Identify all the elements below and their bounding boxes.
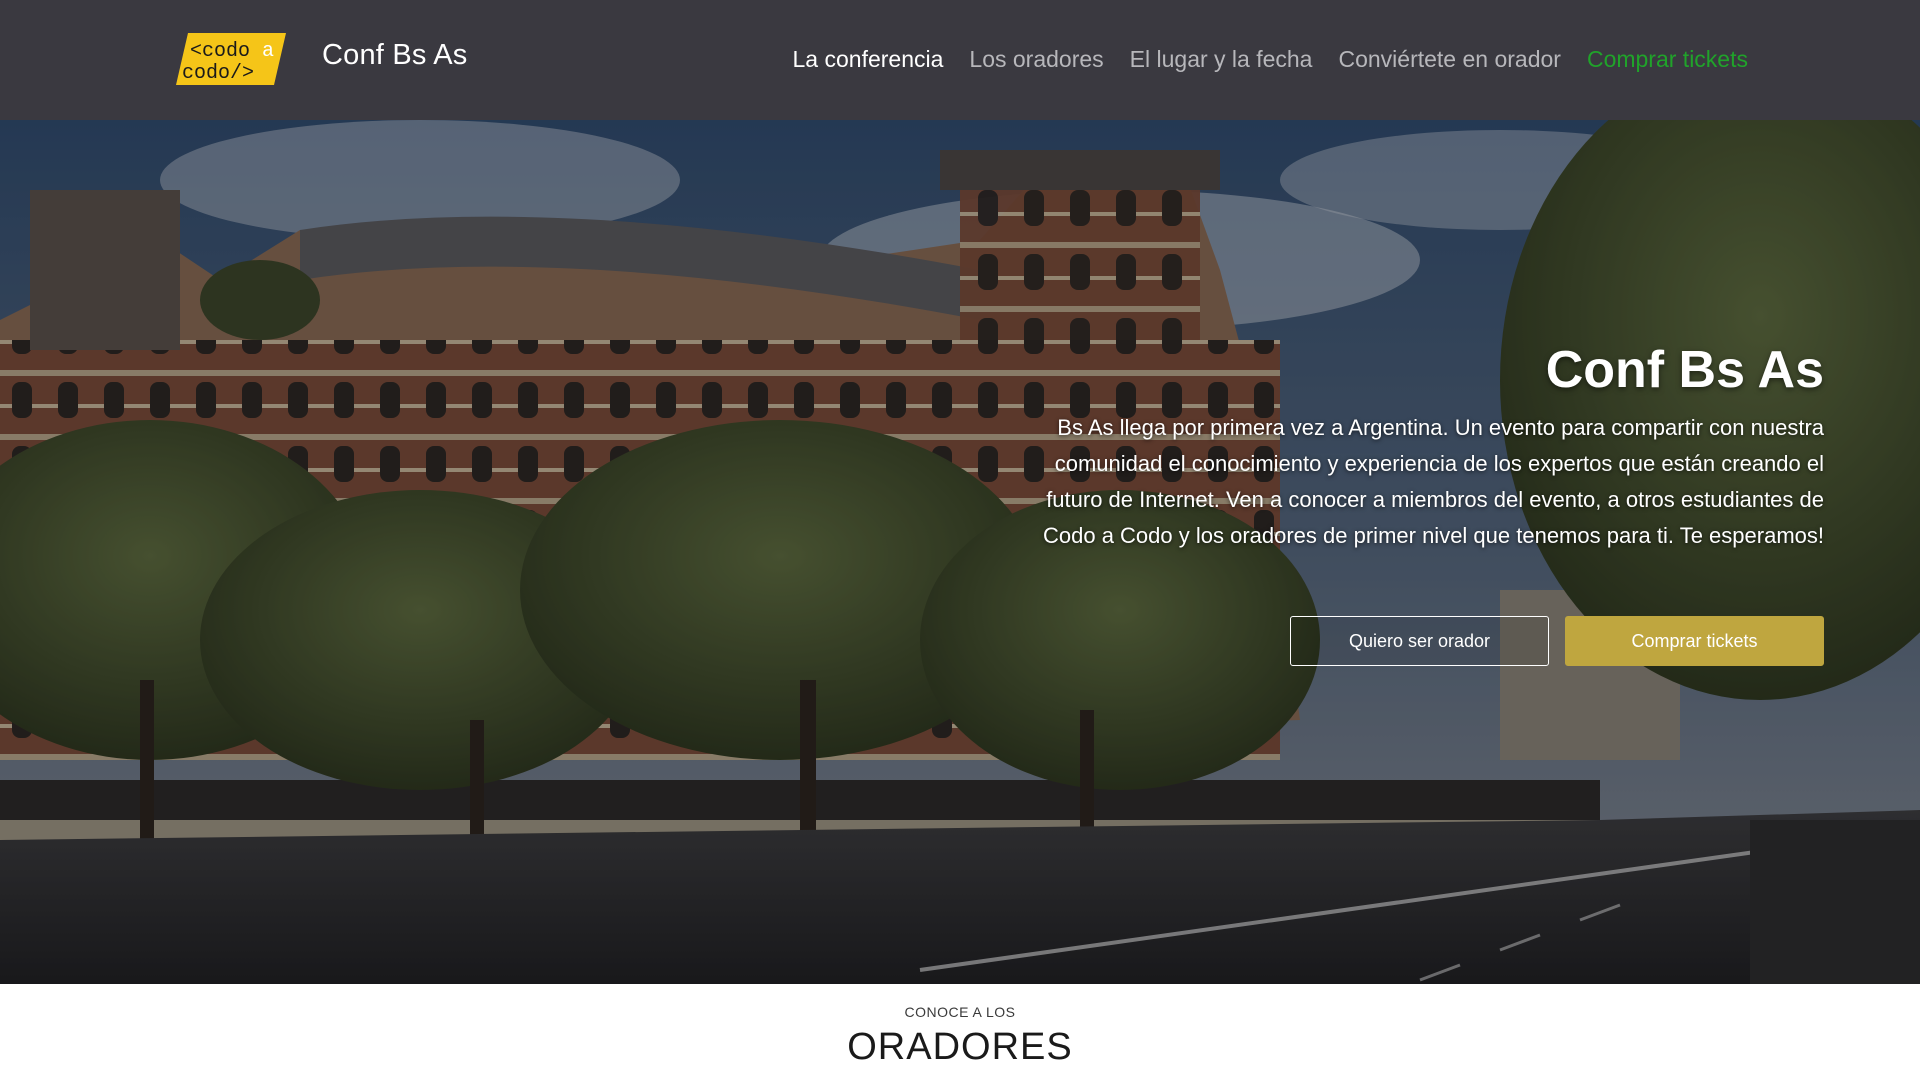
brand-title[interactable]: Conf Bs As	[322, 39, 467, 72]
nav-link-convertete-orador[interactable]: Conviértete en orador	[1338, 46, 1560, 73]
hero-title: Conf Bs As	[1545, 341, 1824, 399]
section-title: ORADORES	[847, 1026, 1073, 1068]
top-navbar: <codo a codo/> Conf Bs As La conferencia…	[0, 0, 1920, 120]
comprar-tickets-button[interactable]: Comprar tickets	[1565, 616, 1824, 666]
hero-content: Conf Bs As Bs As llega por primera vez a…	[1004, 340, 1824, 554]
section-kicker: CONOCE A LOS	[904, 1004, 1016, 1020]
hero-description: Bs As llega por primera vez a Argentina.…	[1042, 415, 1824, 548]
nav-link-comprar-tickets[interactable]: Comprar tickets	[1587, 46, 1748, 73]
logo-icon: <codo a codo/>	[176, 33, 286, 85]
hero-section: Conf Bs As Bs As llega por primera vez a…	[0, 120, 1920, 984]
logo-text-bottom: codo/>	[182, 62, 254, 85]
main-nav: La conferencia Los oradores El lugar y l…	[793, 46, 1748, 73]
speakers-section-header: CONOCE A LOS ORADORES	[0, 984, 1920, 1080]
hero-actions: Quiero ser orador Comprar tickets	[1290, 616, 1824, 666]
codo-a-codo-logo[interactable]: <codo a codo/>	[176, 33, 286, 85]
quiero-ser-orador-button[interactable]: Quiero ser orador	[1290, 616, 1549, 666]
nav-link-los-oradores[interactable]: Los oradores	[969, 46, 1103, 73]
nav-link-lugar-fecha[interactable]: El lugar y la fecha	[1130, 46, 1313, 73]
logo-text-top: <codo	[190, 40, 250, 63]
nav-link-la-conferencia[interactable]: La conferencia	[793, 46, 944, 73]
logo-text-top-right: a	[262, 40, 274, 63]
